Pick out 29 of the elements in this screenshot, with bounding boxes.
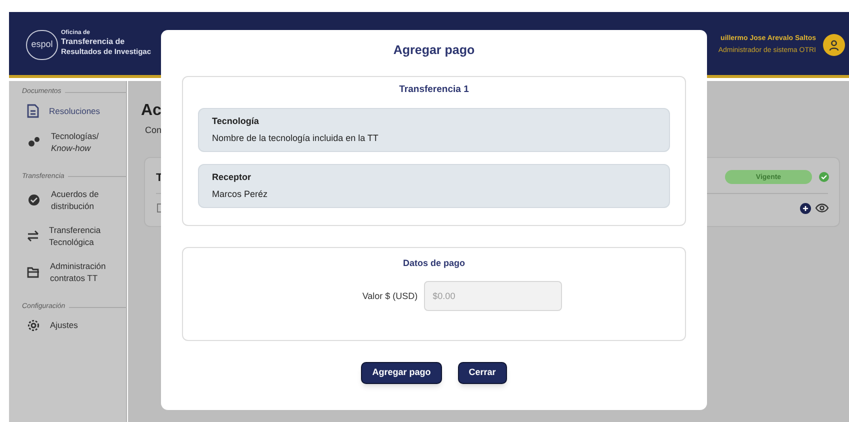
sidebar-item[interactable]: Ajustes: [9, 312, 126, 338]
field-label: Receptor: [212, 171, 252, 183]
card-title: Transferencia 1: [399, 82, 469, 97]
add-icon[interactable]: [800, 203, 811, 214]
settings-icon: [27, 318, 40, 332]
sidebar-item[interactable]: Acuerdos de distribución: [9, 182, 126, 218]
page-heading: Ac: [141, 101, 162, 121]
sidebar-item[interactable]: Transferencia Tecnológica: [9, 218, 126, 254]
sidebar-item[interactable]: Administración contratos TT: [9, 254, 126, 290]
logo: espol: [26, 30, 58, 60]
eye-icon[interactable]: [815, 203, 829, 213]
field-value: Nombre de la tecnología incluida en la TT: [212, 132, 380, 144]
check-circle-icon: [819, 172, 829, 182]
dialog-button[interactable]: Agregar pago: [361, 362, 442, 384]
amount-input[interactable]: $0.00: [424, 281, 562, 312]
field-value: Marcos Peréz: [212, 188, 269, 200]
page-subtitle: Con: [145, 124, 162, 137]
sidebar-item[interactable]: Resoluciones: [9, 98, 126, 124]
document-icon: [27, 104, 39, 118]
sidebar-item[interactable]: Tecnologías/ Know-how: [9, 124, 126, 160]
field-label: Valor $ (USD): [362, 290, 418, 303]
folder-icon: [27, 266, 40, 278]
org-name: Transferencia de: [61, 37, 126, 47]
dialog-button[interactable]: Cerrar: [458, 362, 507, 384]
swap-arrows-icon: [27, 230, 39, 242]
modal-title: Agregar pago: [393, 42, 475, 59]
field-label: Tecnología: [212, 115, 260, 127]
card-title: Datos de pago: [402, 256, 465, 270]
user-icon: [829, 40, 839, 50]
